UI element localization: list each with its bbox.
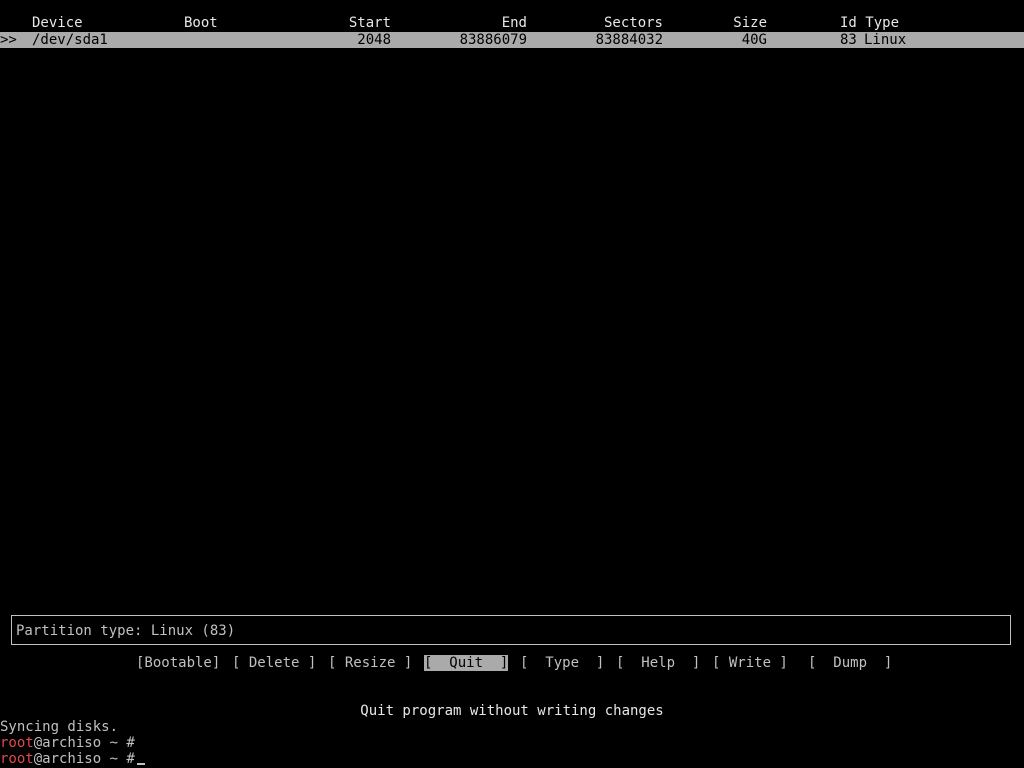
row-selection-marker: >> — [0, 32, 17, 48]
menu-help-button[interactable]: [ Help ] — [616, 655, 700, 671]
prompt-host: @archiso ~ # — [33, 735, 135, 751]
menu-write-button[interactable]: [ Write ] — [712, 655, 788, 671]
prompt-user: root — [0, 751, 34, 767]
row-size: 40G — [741, 32, 767, 48]
row-device: /dev/sda1 — [32, 32, 108, 48]
header-boot: Boot — [184, 15, 218, 31]
terminal-prompt-line: root@archiso ~ # — [0, 735, 135, 751]
status-hint: Quit program without writing changes — [360, 703, 664, 719]
terminal-active-prompt[interactable]: root@archiso ~ # — [0, 751, 145, 767]
action-menu: [Bootable] [ Delete ] [ Resize ] [ Quit … — [0, 655, 1024, 671]
header-id-type: Id Type — [840, 15, 900, 31]
header-start: Start — [348, 15, 391, 31]
menu-resize-button[interactable]: [ Resize ] — [328, 655, 412, 671]
header-size: Size — [733, 15, 767, 31]
terminal-cursor — [136, 763, 145, 765]
row-id: 83 — [840, 32, 857, 48]
partition-info-box: Partition type: Linux (83) — [11, 615, 1011, 645]
row-type: Linux — [864, 32, 907, 48]
menu-type-button[interactable]: [ Type ] — [520, 655, 604, 671]
menu-delete-button[interactable]: [ Delete ] — [232, 655, 316, 671]
prompt-host: @archiso ~ # — [33, 751, 135, 767]
partition-type-text: Partition type: Linux (83) — [16, 623, 236, 639]
partition-row-selected[interactable]: >> /dev/sda1 2048 83886079 83884032 40G … — [0, 32, 1024, 48]
prompt-user: root — [0, 735, 34, 751]
header-sectors: Sectors — [603, 15, 663, 31]
menu-quit-button[interactable]: [ Quit ] — [424, 655, 509, 671]
row-start: 2048 — [357, 32, 391, 48]
terminal-output-line: Syncing disks. — [0, 719, 119, 735]
row-end: 83886079 — [459, 32, 527, 48]
row-sectors: 83884032 — [595, 32, 663, 48]
header-device: Device — [32, 15, 83, 31]
menu-bootable-button[interactable]: [Bootable] — [136, 655, 220, 671]
menu-dump-button[interactable]: [ Dump ] — [808, 655, 892, 671]
header-end: End — [501, 15, 527, 31]
